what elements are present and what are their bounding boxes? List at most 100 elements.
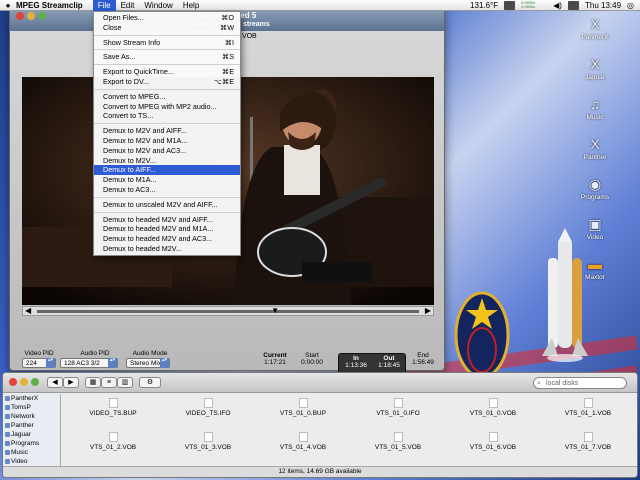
file-menu-item[interactable]: Demux to unscaled M2V and AIFF... <box>94 200 240 210</box>
display-icon[interactable] <box>567 0 579 10</box>
file-menu-item[interactable]: Demux to M2V... <box>94 156 240 166</box>
file-menu-item[interactable]: Demux to M1A... <box>94 175 240 185</box>
file-menu-item[interactable]: Demux to headed M2V and AC3... <box>94 234 240 244</box>
document-icon <box>583 398 593 408</box>
file-menu-item[interactable]: Export to QuickTime... ⌘E <box>94 67 240 77</box>
file-menu-item[interactable]: Convert to TS... <box>94 111 240 121</box>
file-name: VIDEO_TS.BUP <box>89 410 137 417</box>
end-time: End 1:56:49 <box>412 352 434 366</box>
back-button[interactable]: ◀ <box>47 377 63 388</box>
zoom-window-button[interactable] <box>31 378 39 386</box>
menu-item-label: Convert to MPEG with MP2 audio... <box>103 101 217 111</box>
globe-icon: ◉ <box>588 176 602 192</box>
file-menu-item[interactable]: Convert to MPEG... <box>94 92 240 102</box>
column-view-button[interactable]: ▥ <box>117 377 133 388</box>
menu-help[interactable]: Help <box>178 0 204 11</box>
apple-menu-icon[interactable]: ● <box>0 1 16 10</box>
minimize-window-button[interactable] <box>20 378 28 386</box>
menu-item-shortcut: ⌘E <box>222 67 234 77</box>
menu-separator <box>94 34 240 36</box>
file-menu-item[interactable]: Demux to AIFF... <box>94 165 240 176</box>
menu-item-label: Convert to TS... <box>103 111 154 121</box>
space-shuttle-image <box>542 228 588 362</box>
step-forward-icon[interactable]: ▶ <box>425 306 431 315</box>
file-item[interactable]: VTS_01_1.VOB <box>548 398 628 417</box>
spotlight-icon[interactable]: ◎ <box>627 1 634 10</box>
file-name: VIDEO_TS.IFO <box>185 410 231 417</box>
desktop-icon-music[interactable]: ♫ Music <box>578 96 612 121</box>
sidebar-item[interactable]: Network <box>3 412 60 421</box>
file-menu-item[interactable]: Convert to MPEG with MP2 audio... <box>94 102 240 112</box>
sidebar-item[interactable]: Jaguar <box>3 430 60 439</box>
timeline-thumb[interactable]: ▼ <box>271 306 279 315</box>
volume-icon[interactable]: ◀) <box>553 1 562 10</box>
file-item[interactable]: VTS_01_7.VOB <box>548 432 628 451</box>
sidebar-item[interactable]: TomsP <box>3 403 60 412</box>
timeline-scrubber[interactable]: ◀ ▼ ▶ <box>22 306 434 316</box>
file-item[interactable]: VTS_01_0.VOB <box>453 398 533 417</box>
file-item[interactable]: VTS_01_6.VOB <box>453 432 533 451</box>
file-item[interactable]: VTS_01_5.VOB <box>358 432 438 451</box>
file-menu-item[interactable]: Demux to M2V and AC3... <box>94 146 240 156</box>
sidebar-item[interactable]: Music <box>3 448 60 457</box>
menu-separator <box>94 49 240 51</box>
menu-item-label: Demux to headed M2V and AC3... <box>103 234 213 244</box>
file-name-label: .VOB <box>240 33 257 40</box>
desktop-icon-programs[interactable]: ◉ Programs <box>578 176 612 201</box>
monitor-icon[interactable] <box>504 0 516 10</box>
desktop-icon-video[interactable]: ▣ Video <box>578 216 612 241</box>
file-menu-item[interactable]: Save As... ⌘S <box>94 52 240 62</box>
file-menu-item[interactable]: Close ⌘W <box>94 23 240 33</box>
file-item[interactable]: VTS_01_2.VOB <box>73 432 153 451</box>
icon-view-button[interactable]: ▦ <box>85 377 101 388</box>
desktop-icon-maxtor[interactable]: ▬ Maxtor <box>578 256 612 281</box>
forward-button[interactable]: ▶ <box>63 377 79 388</box>
file-menu-item[interactable]: Demux to M2V and AIFF... <box>94 126 240 136</box>
video-pid-select[interactable]: 224 <box>22 358 56 368</box>
clock[interactable]: Thu 13:49 <box>585 1 621 10</box>
file-menu-item[interactable]: Demux to headed M2V and AIFF... <box>94 215 240 225</box>
play-icon[interactable]: ◀ <box>25 306 31 315</box>
close-window-button[interactable] <box>9 378 17 386</box>
file-menu-item[interactable]: Open Files... ⌘O <box>94 13 240 23</box>
sidebar-item[interactable]: Programs <box>3 439 60 448</box>
file-menu-item[interactable]: Demux to headed M2V... <box>94 244 240 254</box>
file-item[interactable]: VTS_01_3.VOB <box>168 432 248 451</box>
file-menu-item[interactable]: Demux to AC3... <box>94 185 240 195</box>
file-menu-item[interactable]: Demux to headed M2V and M1A... <box>94 224 240 234</box>
music-icon: ♫ <box>589 96 601 112</box>
in-out-display[interactable]: In 1:13:36 Out 1:18:45 <box>338 353 406 374</box>
sidebar-item[interactable]: PantherX <box>3 394 60 403</box>
desktop-icon-pantherx[interactable]: X PantherX <box>578 16 612 41</box>
menubar: ● MPEG Streamclip File Edit Window Help … <box>0 0 640 11</box>
file-item[interactable]: VIDEO_TS.IFO <box>168 398 248 417</box>
menu-item-shortcut: ⌘O <box>221 13 234 22</box>
temperature-readout: 131.6°F <box>470 0 499 10</box>
start-time: Start 0:00:00 <box>301 352 323 366</box>
file-item[interactable]: VTS_01_4.VOB <box>263 432 343 451</box>
file-menu-item[interactable]: Demux to M2V and M1A... <box>94 136 240 146</box>
file-item[interactable]: VTS_01_0.BUP <box>263 398 343 417</box>
menu-item-label: Show Stream Info <box>103 37 161 47</box>
audio-pid-select[interactable]: 128 AC3 3/2 <box>60 358 118 368</box>
menu-window[interactable]: Window <box>139 0 177 11</box>
document-icon <box>393 398 403 408</box>
file-item[interactable]: VTS_01_0.IFO <box>358 398 438 417</box>
sidebar-item[interactable]: Video <box>3 457 60 466</box>
menu-separator <box>94 123 240 125</box>
desktop-icon-panther[interactable]: X Panther <box>578 136 612 161</box>
sidebar-item[interactable]: Panther <box>3 421 60 430</box>
search-icon: ⌕ <box>537 380 541 387</box>
menu-file[interactable]: File <box>92 0 116 11</box>
menu-item-shortcut: ⌥⌘E <box>213 76 234 86</box>
file-item[interactable]: VIDEO_TS.BUP <box>73 398 153 417</box>
list-view-button[interactable]: ≡ <box>101 377 117 388</box>
file-menu-item[interactable]: Export to DV... ⌥⌘E <box>94 77 240 87</box>
audio-mode-select[interactable]: Stereo Mix <box>126 358 170 368</box>
menu-edit[interactable]: Edit <box>116 0 140 11</box>
desktop-icon-jaguar[interactable]: X Jaguar <box>578 56 612 81</box>
file-menu-item[interactable]: Show Stream Info ⌘I <box>94 38 240 48</box>
action-menu-button[interactable]: ⚙ <box>139 377 161 388</box>
app-menu[interactable]: MPEG Streamclip <box>16 1 83 10</box>
search-field[interactable]: ⌕ local disks <box>533 377 627 389</box>
